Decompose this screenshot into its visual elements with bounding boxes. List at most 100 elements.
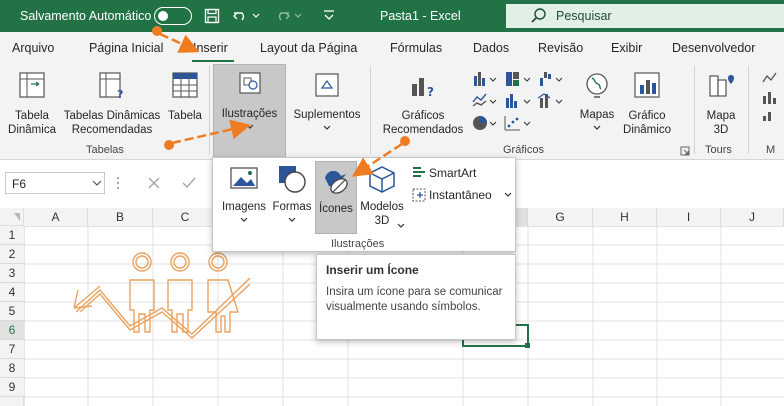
grafico-dinamico-label: Gráfico Dinâmico [623, 110, 671, 136]
column-header-c[interactable]: C [153, 208, 218, 226]
tab-pagina-inicial[interactable]: Página Inicial [89, 41, 163, 55]
pivot-chart-icon [634, 72, 660, 98]
mapas-label: Mapas [579, 109, 615, 121]
imagens-button[interactable]: Imagens [219, 164, 269, 234]
tab-exibir[interactable]: Exibir [611, 41, 642, 55]
suplementos-button[interactable]: Suplementos [290, 68, 364, 140]
inserted-people-arrow-icon[interactable] [70, 248, 260, 363]
tabelas-dinamicas-recomendadas-button[interactable]: ? Tabelas Dinâmicas Recomendadas [62, 68, 162, 140]
column-header-j[interactable]: J [721, 208, 784, 226]
smartart-button[interactable]: SmartArt [409, 164, 513, 182]
ilustracoes-button[interactable]: Ilustrações [213, 64, 286, 160]
ribbon-tabs: Arquivo Página Inicial Inserir Layout da… [0, 32, 784, 62]
chevron-down-icon [92, 180, 102, 186]
pie-chart-icon [473, 116, 497, 130]
column-header-i[interactable]: I [657, 208, 721, 226]
screenshot-icon [412, 188, 426, 202]
cube-3d-icon [369, 166, 395, 193]
scatter-chart-icon [504, 116, 531, 131]
recommended-pivot-icon: ? [99, 72, 123, 101]
column-header-h[interactable]: H [593, 208, 657, 226]
map-3d-icon [709, 75, 734, 97]
ilustracoes-label: Ilustrações [221, 108, 278, 120]
illustrations-icon [238, 72, 261, 94]
ribbon: Tabela Dinâmica ? Tabelas Dinâmicas Reco… [0, 62, 784, 160]
formula-bar-splitter[interactable] [116, 176, 120, 192]
save-icon[interactable] [204, 8, 220, 24]
column-header-b[interactable]: B [88, 208, 153, 226]
svg-text:?: ? [117, 88, 123, 100]
tab-dados[interactable]: Dados [473, 41, 509, 55]
customize-qat-icon[interactable] [322, 9, 336, 23]
column-header-a[interactable]: A [24, 208, 88, 226]
statistic-chart-icon [506, 94, 531, 108]
chevron-down-icon [240, 217, 248, 222]
tab-revisao[interactable]: Revisão [538, 41, 583, 55]
ilustracoes-group-label: Ilustrações [331, 238, 385, 250]
icons-bird-leaf-icon [325, 170, 348, 194]
mapas-button[interactable]: Mapas [574, 68, 620, 140]
tab-formulas[interactable]: Fórmulas [390, 41, 442, 55]
tooltip-title: Inserir um Ícone [326, 263, 419, 277]
row-header-1[interactable]: 1 [0, 226, 24, 245]
row-header-8[interactable]: 8 [0, 359, 24, 378]
formas-button[interactable]: Formas [269, 164, 315, 234]
tab-arquivo[interactable]: Arquivo [12, 41, 54, 55]
row-header-2[interactable]: 2 [0, 245, 24, 264]
instantaneo-label: Instantâneo [429, 188, 492, 202]
grafico-dinamico-button[interactable]: Gráfico Dinâmico [618, 68, 676, 140]
row-header-5[interactable]: 5 [0, 302, 24, 321]
autosave-toggle[interactable] [154, 7, 192, 25]
combo-chart-icon [537, 93, 563, 108]
recommended-charts-icon: ? [412, 78, 434, 99]
group-label-m: M [766, 144, 776, 156]
row-header-3[interactable]: 3 [0, 264, 24, 283]
icones-button[interactable]: Ícones [315, 161, 357, 234]
redo-icon[interactable] [272, 7, 302, 25]
tabela-dinamica-button[interactable]: Tabela Dinâmica [6, 68, 58, 140]
graficos-recomendados-label: Gráficos Recomendados [382, 110, 464, 136]
sparkline-icons[interactable] [760, 70, 784, 130]
search-placeholder: Pesquisar [556, 9, 612, 23]
chevron-down-icon [397, 223, 405, 228]
picture-icon [230, 167, 258, 189]
chevron-down-icon [323, 125, 331, 130]
tooltip-inserir-icone: Inserir um Ícone Insira um ícone para se… [316, 254, 516, 340]
svg-text:?: ? [427, 85, 434, 99]
row-header-9[interactable]: 9 [0, 378, 24, 397]
row-header-7[interactable]: 7 [0, 340, 24, 359]
globe-icon [586, 73, 608, 98]
chart-types-grid[interactable] [470, 68, 570, 134]
chevron-down-icon [593, 125, 601, 130]
table-icon [172, 72, 198, 98]
mapa-3d-button[interactable]: Mapa 3D [699, 68, 743, 140]
name-box[interactable]: F6 [5, 172, 105, 194]
icones-label: Ícones [319, 203, 353, 215]
undo-icon[interactable] [232, 7, 260, 25]
column-header-g[interactable]: G [528, 208, 593, 226]
graficos-recomendados-button[interactable]: ? Gráficos Recomendados [378, 68, 468, 140]
autosave-label: Salvamento Automático [20, 9, 152, 23]
document-title: Pasta1 - Excel [380, 9, 461, 23]
modelos-3d-button[interactable]: Modelos 3D [357, 164, 407, 244]
line-chart-icon [472, 93, 497, 107]
waterfall-chart-icon [540, 72, 563, 86]
tabela-button[interactable]: Tabela [164, 68, 206, 140]
dialog-launcher-icon[interactable] [680, 146, 690, 156]
smartart-label: SmartArt [429, 166, 477, 180]
tooltip-body: Insira um ícone para se comunicar visual… [326, 286, 503, 313]
enter-icon[interactable] [182, 177, 196, 189]
row-header-6[interactable]: 6 [0, 321, 24, 340]
group-label-tours: Tours [705, 144, 732, 156]
instantaneo-button[interactable]: Instantâneo [409, 186, 513, 204]
tab-layout-da-pagina[interactable]: Layout da Página [260, 41, 357, 55]
tab-desenvolvedor[interactable]: Desenvolvedor [672, 41, 755, 55]
group-label-tabelas: Tabelas [86, 144, 124, 156]
group-label-graficos: Gráficos [503, 144, 544, 156]
cancel-icon[interactable] [148, 177, 160, 189]
tabela-label: Tabela [168, 110, 202, 122]
chevron-down-icon [504, 192, 512, 197]
row-header-4[interactable]: 4 [0, 283, 24, 302]
tab-inserir[interactable]: Inserir [193, 41, 228, 55]
search-box[interactable]: Pesquisar [506, 4, 784, 28]
